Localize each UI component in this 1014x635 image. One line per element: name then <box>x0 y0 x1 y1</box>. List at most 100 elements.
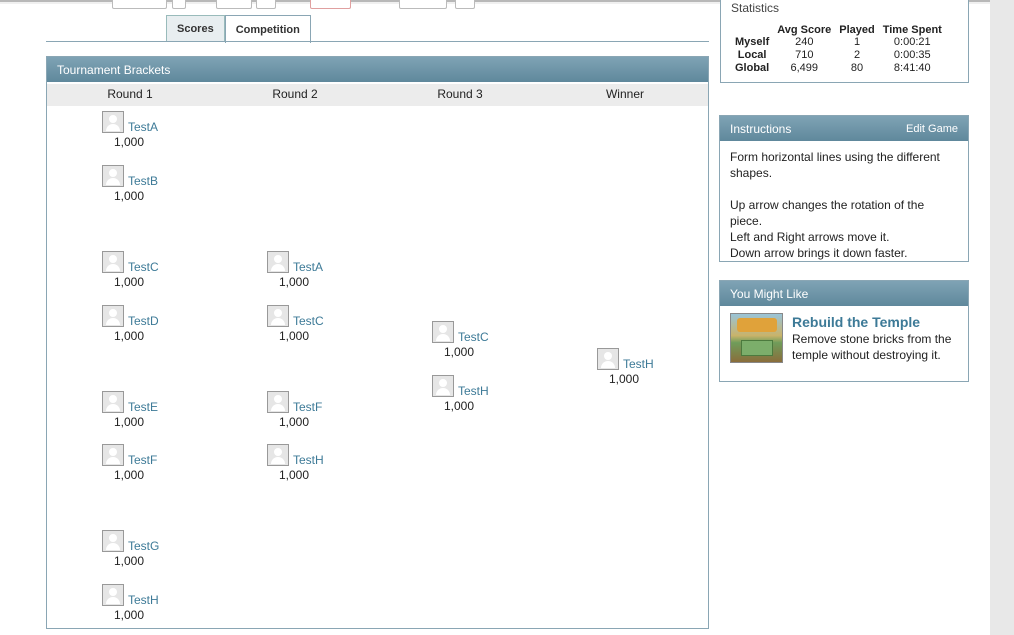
toolbar-fragment[interactable] <box>399 0 447 9</box>
table-row: Myself 240 1 0:00:21 <box>731 36 946 49</box>
instruction-text: Form horizontal lines using the differen… <box>730 150 940 180</box>
tab-scores[interactable]: Scores <box>166 15 225 42</box>
avg-score: 710 <box>795 49 814 61</box>
toolbar-fragment[interactable] <box>112 0 167 9</box>
instruction-text: Up arrow changes the rotation of the pie… <box>730 198 925 228</box>
player-score: 1,000 <box>279 275 310 289</box>
bracket-entry: TestH 1,000 <box>102 584 192 622</box>
time-spent: 8:41:40 <box>893 62 931 74</box>
game-title-link[interactable]: Rebuild the Temple <box>792 314 920 330</box>
row-label: Global <box>735 62 770 74</box>
avatar <box>432 375 454 397</box>
player-score: 1,000 <box>114 468 145 482</box>
avg-score: 6,499 <box>790 62 819 74</box>
round-2-label: Round 2 <box>272 87 318 101</box>
instructions-title: Instructions <box>730 121 792 136</box>
toolbar-fragment[interactable] <box>256 0 276 9</box>
player-score: 1,000 <box>114 135 145 149</box>
player-name-link[interactable]: TestH <box>293 453 324 467</box>
instruction-text: Down arrow brings it down faster. <box>730 246 908 260</box>
player-name-link[interactable]: TestH <box>458 384 489 398</box>
bracket-entry: TestA 1,000 <box>102 111 192 149</box>
avatar <box>102 391 124 413</box>
instructions-panel: Instructions Edit Game Form horizontal l… <box>719 115 969 262</box>
avg-score: 240 <box>795 36 814 48</box>
player-score: 1,000 <box>114 415 145 429</box>
toolbar-fragment[interactable] <box>455 0 475 9</box>
player-score: 1,000 <box>114 189 145 203</box>
tournament-brackets-panel: Tournament Brackets Round 1 Round 2 Roun… <box>46 56 709 629</box>
player-name-link[interactable]: TestA <box>293 260 323 274</box>
player-name-link[interactable]: TestD <box>128 314 159 328</box>
you-might-like-title: You Might Like <box>730 286 809 301</box>
avatar <box>102 530 124 552</box>
time-spent: 0:00:21 <box>893 36 931 48</box>
avatar <box>267 305 289 327</box>
tab-competition[interactable]: Competition <box>224 15 311 43</box>
avatar <box>102 111 124 133</box>
player-name-link[interactable]: TestC <box>128 260 159 274</box>
round-1-label: Round 1 <box>107 87 153 101</box>
bracket-entry: TestH 1,000 <box>267 444 357 482</box>
bracket-entry: TestB 1,000 <box>102 165 192 203</box>
row-label: Local <box>737 49 767 61</box>
player-score: 1,000 <box>114 554 145 568</box>
column-header: Time Spent <box>882 24 942 36</box>
player-name-link[interactable]: TestC <box>458 330 489 344</box>
toolbar-fragment[interactable] <box>310 0 351 9</box>
avatar <box>102 305 124 327</box>
player-score: 1,000 <box>444 399 475 413</box>
instruction-text: Left and Right arrows move it. <box>730 230 890 244</box>
you-might-like-panel: You Might Like Rebuild the Temple Remove… <box>719 280 969 382</box>
bracket-entry: TestC 1,000 <box>432 321 522 359</box>
edit-game-link[interactable]: Edit Game <box>906 123 958 135</box>
thumbnail-logo <box>737 318 777 332</box>
bracket-entry: TestC 1,000 <box>267 305 357 343</box>
panel-header: Tournament Brackets <box>47 57 708 82</box>
row-label: Myself <box>735 36 770 48</box>
table-row: Local 710 2 0:00:35 <box>731 49 946 62</box>
bracket-entry: TestA 1,000 <box>267 251 357 289</box>
player-name-link[interactable]: TestF <box>293 400 322 414</box>
player-name-link[interactable]: TestF <box>128 453 157 467</box>
game-thumbnail[interactable] <box>730 313 783 363</box>
bracket-entry: TestC 1,000 <box>102 251 192 289</box>
panel-header: You Might Like <box>720 281 968 306</box>
panel-header: Instructions Edit Game <box>720 116 968 141</box>
player-name-link[interactable]: TestG <box>128 539 159 553</box>
bracket-entry: TestF 1,000 <box>102 444 192 482</box>
player-score: 1,000 <box>279 329 310 343</box>
statistics-table: Avg Score Played Time Spent Myself 240 1… <box>731 24 946 75</box>
avatar <box>597 348 619 370</box>
tab-divider <box>46 41 709 42</box>
avatar <box>267 251 289 273</box>
player-score: 1,000 <box>279 415 310 429</box>
played-count: 80 <box>850 62 864 74</box>
player-name-link[interactable]: TestH <box>128 593 159 607</box>
player-name-link[interactable]: TestB <box>128 174 158 188</box>
player-score: 1,000 <box>609 372 640 386</box>
player-name-link[interactable]: TestE <box>128 400 158 414</box>
avatar <box>267 391 289 413</box>
toolbar-fragment[interactable] <box>172 0 186 9</box>
instructions-body: Form horizontal lines using the differen… <box>720 141 968 269</box>
game-tabs: Scores Competition <box>166 15 311 43</box>
player-name-link[interactable]: TestH <box>623 357 654 371</box>
column-header: Avg Score <box>777 24 832 36</box>
player-score: 1,000 <box>279 468 310 482</box>
toolbar-fragment[interactable] <box>216 0 252 9</box>
thumbnail-scene <box>741 340 773 356</box>
avatar <box>102 251 124 273</box>
avatar <box>102 165 124 187</box>
statistics-panel: Statistics Avg Score Played Time Spent M… <box>720 0 969 83</box>
statistics-title: Statistics <box>731 1 780 15</box>
player-name-link[interactable]: TestC <box>293 314 324 328</box>
column-header <box>731 24 773 36</box>
bracket-entry: TestF 1,000 <box>267 391 357 429</box>
scroll-gutter <box>990 0 1014 635</box>
bracket-entry: TestD 1,000 <box>102 305 192 343</box>
table-row: Global 6,499 80 8:41:40 <box>731 62 946 75</box>
player-name-link[interactable]: TestA <box>128 120 158 134</box>
player-score: 1,000 <box>444 345 475 359</box>
bracket-entry: TestH 1,000 <box>597 348 687 386</box>
